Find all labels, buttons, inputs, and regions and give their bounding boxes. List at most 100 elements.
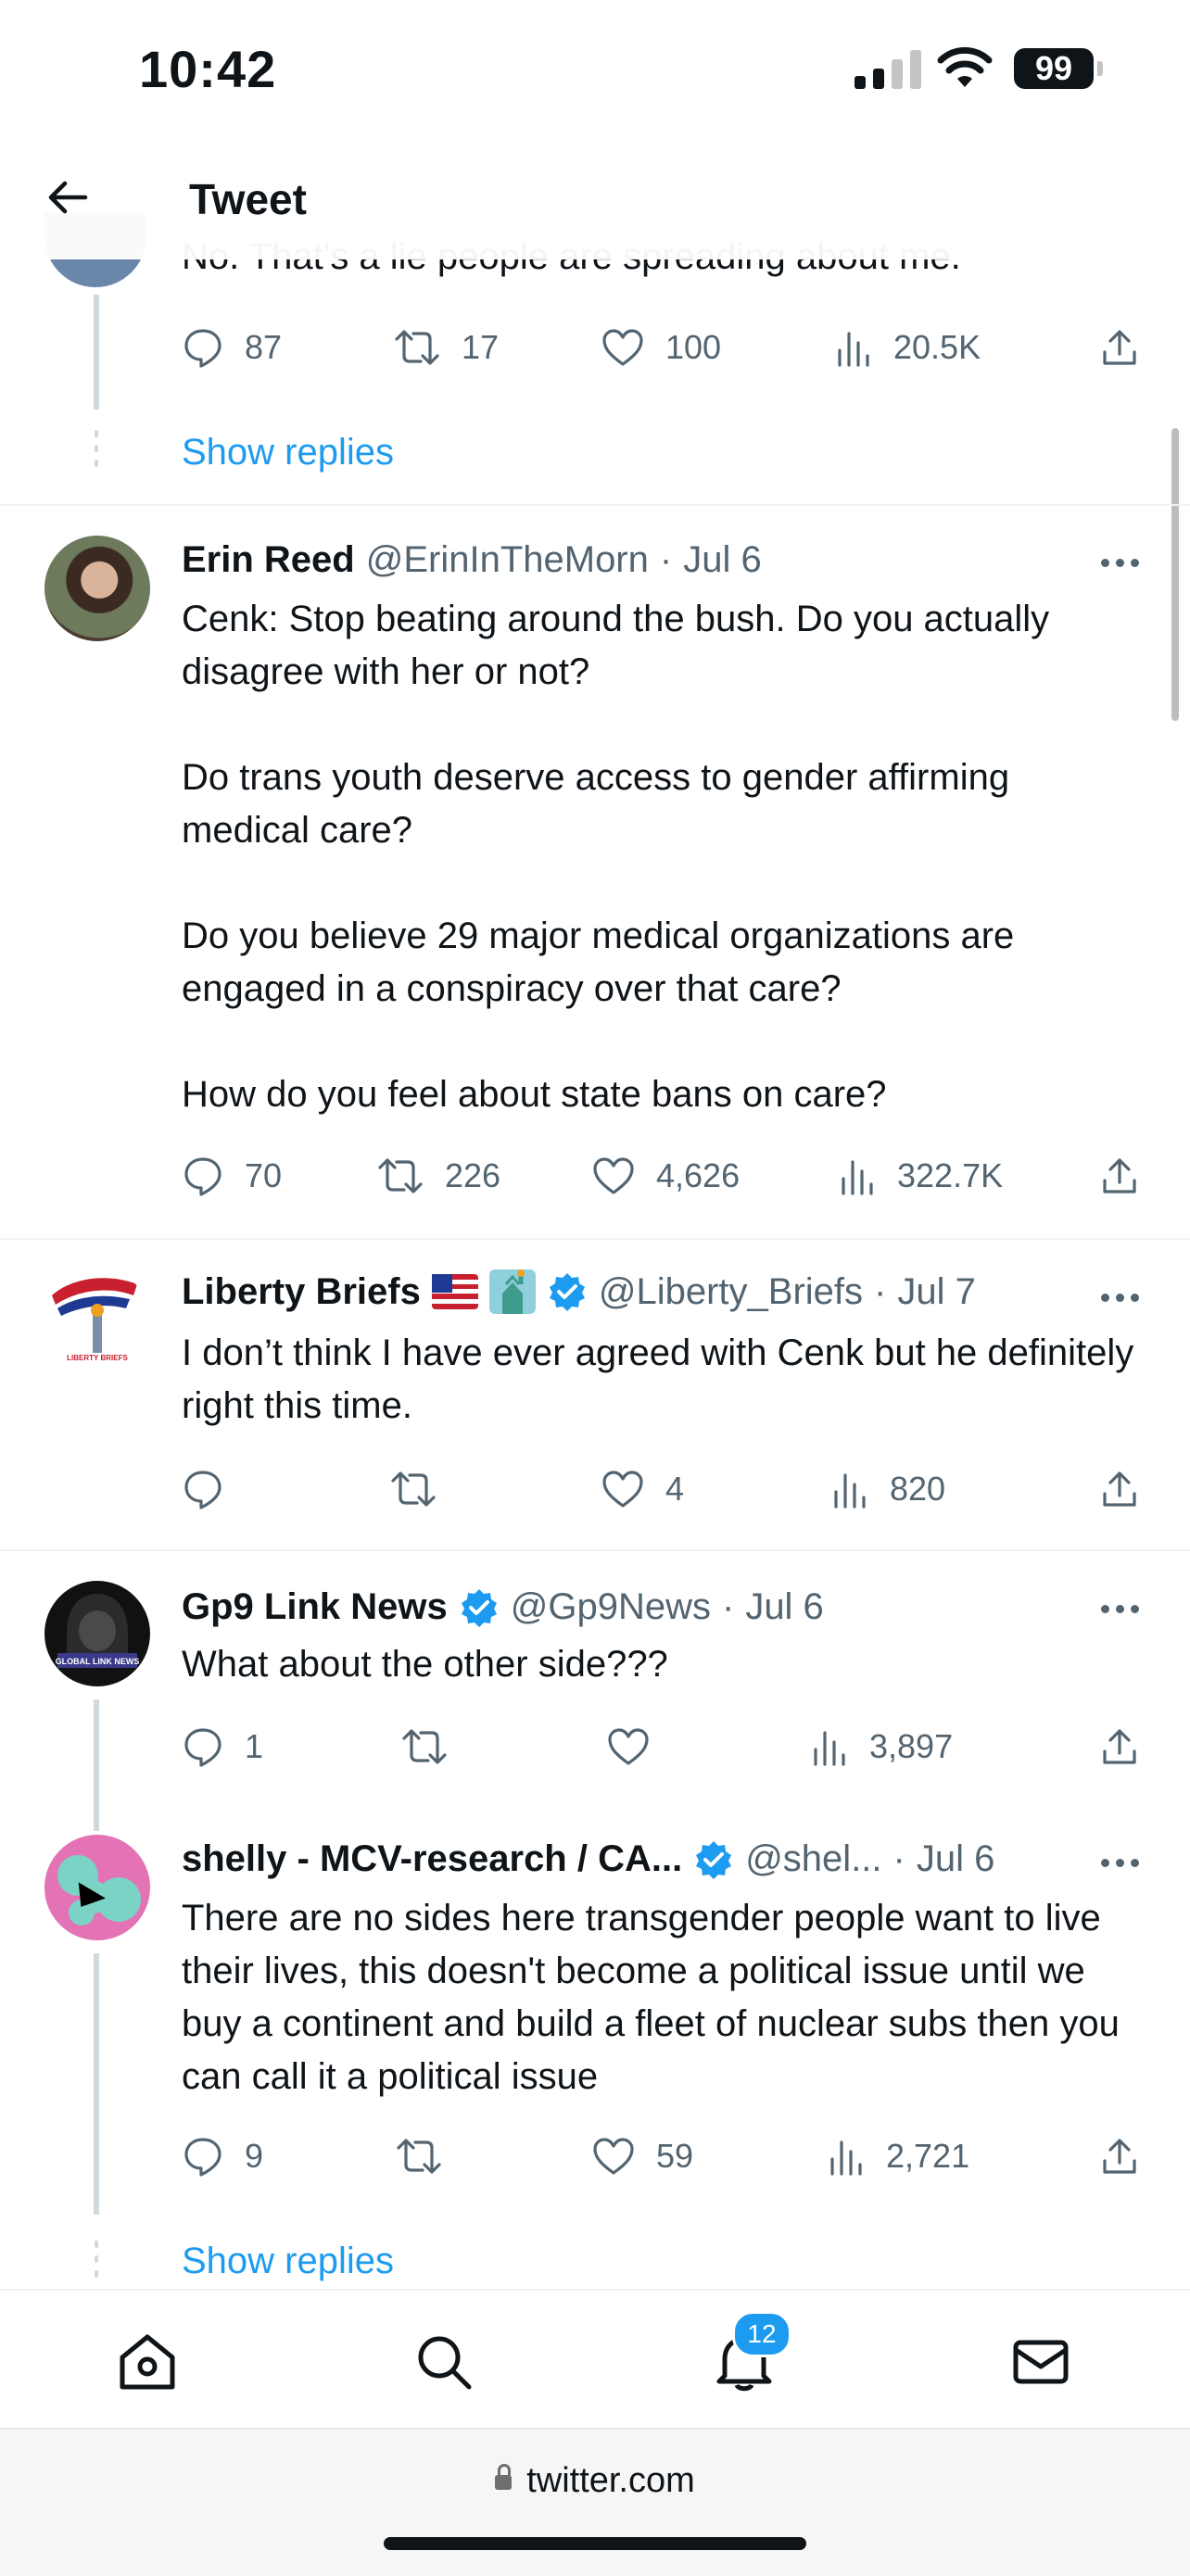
- reply-button[interactable]: 9: [182, 2135, 263, 2178]
- views-count: 3,897: [869, 1727, 954, 1765]
- tweet-meta: Gp9 Link News @Gp9News · Jul 6: [182, 1586, 824, 1628]
- share-button[interactable]: [1099, 1155, 1140, 1197]
- reply-icon: [184, 1157, 222, 1196]
- avatar[interactable]: GLOBAL LINK NEWS: [44, 1581, 150, 1686]
- page-title: Tweet: [189, 175, 307, 223]
- reply-icon: [184, 1728, 222, 1767]
- avatar[interactable]: LIBERTY BRIEFS: [44, 1268, 150, 1373]
- author-name[interactable]: Erin Reed: [182, 539, 355, 581]
- avatar[interactable]: [44, 536, 150, 641]
- scrollbar[interactable]: [1171, 428, 1179, 721]
- retweet-button[interactable]: [395, 2135, 463, 2178]
- retweet-icon: [402, 1729, 447, 1764]
- more-options-icon[interactable]: [1101, 1605, 1142, 1613]
- retweet-icon: [378, 1158, 423, 1193]
- tweet-actions: 9 59 2,721: [0, 2135, 1190, 2191]
- share-button[interactable]: [1099, 1725, 1140, 1768]
- like-button[interactable]: 100: [601, 326, 721, 369]
- meta-separator: ·: [874, 1270, 887, 1312]
- reply-button[interactable]: 1: [182, 1725, 263, 1768]
- like-button[interactable]: [606, 1725, 671, 1768]
- search-icon[interactable]: [413, 2331, 475, 2393]
- heart-icon: [602, 329, 643, 366]
- reply-icon: [184, 2138, 222, 2177]
- cellular-signal-icon: [855, 46, 921, 89]
- reply-button[interactable]: [182, 1468, 245, 1510]
- battery-tip: [1097, 61, 1103, 76]
- reply-icon: [184, 1471, 222, 1509]
- more-options-icon[interactable]: [1101, 559, 1142, 567]
- tweet-actions: 4 820: [0, 1468, 1190, 1523]
- browser-url-bar[interactable]: twitter.com: [0, 2428, 1190, 2576]
- views-button[interactable]: 2,721: [829, 2135, 969, 2178]
- heart-icon: [608, 1728, 649, 1765]
- author-name[interactable]: Gp9 Link News: [182, 1586, 448, 1628]
- notifications-badge: 12: [732, 2311, 791, 2357]
- retweet-icon: [391, 1471, 436, 1507]
- molecule-avatar-icon: [57, 1855, 141, 1926]
- home-indicator[interactable]: [384, 2537, 806, 2550]
- reply-count: 9: [245, 2137, 264, 2175]
- retweet-count: 17: [462, 328, 500, 366]
- author-handle[interactable]: @ErinInTheMorn: [366, 539, 649, 581]
- reply-count: 87: [245, 328, 283, 366]
- gp9-hooded-logo-icon: GLOBAL LINK NEWS: [56, 1594, 139, 1668]
- views-button[interactable]: 20.5K: [836, 326, 981, 369]
- logo-text: LIBERTY BRIEFS: [67, 1354, 128, 1362]
- like-count: 100: [665, 328, 722, 366]
- author-handle[interactable]: @Liberty_Briefs: [599, 1271, 863, 1313]
- retweet-button[interactable]: 17: [393, 326, 499, 369]
- author-name[interactable]: Liberty Briefs: [182, 1271, 421, 1313]
- like-button[interactable]: 59: [591, 2135, 693, 2178]
- verified-badge-icon: [461, 1588, 497, 1627]
- share-icon: [1103, 330, 1136, 365]
- show-replies-link[interactable]: Show replies: [182, 2241, 394, 2282]
- share-button[interactable]: [1099, 326, 1140, 369]
- home-icon[interactable]: [115, 2331, 180, 2393]
- tweet-text: There are no sides here transgender peop…: [182, 1898, 1120, 2097]
- share-icon: [1103, 2139, 1136, 2174]
- divider: [0, 1238, 1190, 1240]
- retweet-button[interactable]: [389, 1468, 458, 1510]
- status-time: 10:42: [139, 40, 277, 98]
- url-text[interactable]: twitter.com: [526, 2461, 695, 2500]
- views-count: 322.7K: [897, 1156, 1004, 1194]
- like-button[interactable]: 4: [601, 1468, 684, 1510]
- like-count: 4: [665, 1470, 685, 1508]
- meta-separator: ·: [721, 1586, 735, 1627]
- top-header: Tweet: [0, 139, 1190, 259]
- share-button[interactable]: [1099, 1468, 1140, 1510]
- reply-button[interactable]: 87: [182, 326, 282, 369]
- author-name[interactable]: shelly - MCV-research / CA...: [182, 1838, 682, 1880]
- back-arrow-icon[interactable]: [44, 174, 91, 221]
- share-button[interactable]: [1099, 2135, 1140, 2178]
- reply-button[interactable]: 70: [182, 1155, 282, 1197]
- author-handle[interactable]: @shel...: [745, 1838, 881, 1880]
- retweet-button[interactable]: [400, 1725, 469, 1768]
- tweet-text: Cenk: Stop beating around the bush. Do y…: [182, 599, 1050, 1115]
- views-count: 20.5K: [893, 328, 981, 366]
- tweet-date[interactable]: Jul 6: [745, 1586, 824, 1628]
- views-chart-icon: [838, 332, 869, 367]
- heart-icon: [602, 1471, 643, 1508]
- us-flag-icon: [431, 1274, 478, 1309]
- show-replies-link[interactable]: Show replies: [182, 432, 394, 474]
- verified-badge-icon: [549, 1273, 585, 1311]
- tweet-text: I don’t think I have ever agreed with Ce…: [182, 1332, 1134, 1426]
- tweet-date[interactable]: Jul 6: [917, 1838, 995, 1880]
- retweet-button[interactable]: 226: [376, 1155, 500, 1197]
- heart-icon: [593, 1157, 634, 1194]
- tweet-meta: Liberty Briefs @Liberty_Briefs · Jul 7: [182, 1269, 976, 1314]
- views-button[interactable]: 820: [832, 1468, 945, 1510]
- more-options-icon[interactable]: [1101, 1294, 1142, 1302]
- author-handle[interactable]: @Gp9News: [511, 1586, 711, 1628]
- messages-envelope-icon[interactable]: [1010, 2331, 1071, 2393]
- tweet-date[interactable]: Jul 7: [897, 1271, 976, 1313]
- statue-of-liberty-icon: [488, 1269, 536, 1314]
- views-button[interactable]: 322.7K: [840, 1155, 1003, 1197]
- tweet-date[interactable]: Jul 6: [683, 539, 762, 581]
- avatar[interactable]: [44, 1835, 150, 1940]
- views-button[interactable]: 3,897: [812, 1725, 953, 1768]
- like-button[interactable]: 4,626: [591, 1155, 740, 1197]
- more-options-icon[interactable]: [1101, 1859, 1142, 1867]
